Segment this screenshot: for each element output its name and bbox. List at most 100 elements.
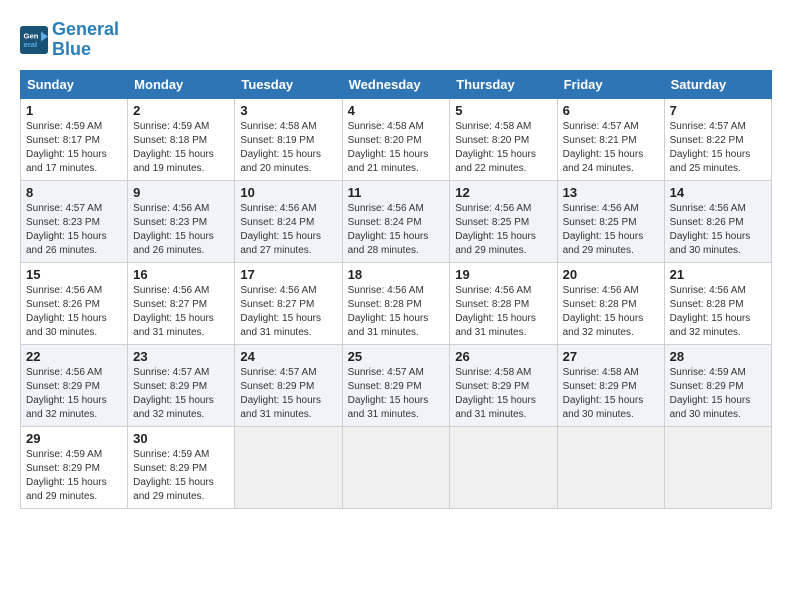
day-details: Sunrise: 4:57 AMSunset: 8:29 PMDaylight:…: [240, 367, 321, 420]
calendar-table: Sunday Monday Tuesday Wednesday Thursday…: [20, 70, 772, 509]
calendar-cell: 16 Sunrise: 4:56 AMSunset: 8:27 PMDaylig…: [128, 262, 235, 344]
day-number: 9: [133, 185, 229, 200]
day-number: 17: [240, 267, 336, 282]
day-details: Sunrise: 4:56 AMSunset: 8:28 PMDaylight:…: [563, 285, 644, 338]
day-number: 23: [133, 349, 229, 364]
page-header: Gen eral General Blue: [20, 20, 772, 60]
day-number: 8: [26, 185, 122, 200]
header-friday: Friday: [557, 70, 664, 98]
calendar-row: 1 Sunrise: 4:59 AMSunset: 8:17 PMDayligh…: [21, 98, 772, 180]
day-number: 30: [133, 431, 229, 446]
day-number: 2: [133, 103, 229, 118]
calendar-row: 29 Sunrise: 4:59 AMSunset: 8:29 PMDaylig…: [21, 426, 772, 508]
calendar-cell: 14 Sunrise: 4:56 AMSunset: 8:26 PMDaylig…: [664, 180, 771, 262]
calendar-cell: 2 Sunrise: 4:59 AMSunset: 8:18 PMDayligh…: [128, 98, 235, 180]
calendar-cell: 12 Sunrise: 4:56 AMSunset: 8:25 PMDaylig…: [450, 180, 557, 262]
day-details: Sunrise: 4:57 AMSunset: 8:23 PMDaylight:…: [26, 203, 107, 256]
day-number: 14: [670, 185, 766, 200]
day-details: Sunrise: 4:56 AMSunset: 8:28 PMDaylight:…: [348, 285, 429, 338]
calendar-cell: 7 Sunrise: 4:57 AMSunset: 8:22 PMDayligh…: [664, 98, 771, 180]
day-details: Sunrise: 4:59 AMSunset: 8:17 PMDaylight:…: [26, 121, 107, 174]
day-number: 24: [240, 349, 336, 364]
calendar-cell: 18 Sunrise: 4:56 AMSunset: 8:28 PMDaylig…: [342, 262, 450, 344]
day-number: 11: [348, 185, 445, 200]
day-details: Sunrise: 4:56 AMSunset: 8:26 PMDaylight:…: [670, 203, 751, 256]
calendar-cell: [235, 426, 342, 508]
day-number: 28: [670, 349, 766, 364]
calendar-header: Sunday Monday Tuesday Wednesday Thursday…: [21, 70, 772, 98]
day-details: Sunrise: 4:56 AMSunset: 8:28 PMDaylight:…: [455, 285, 536, 338]
day-number: 13: [563, 185, 659, 200]
calendar-cell: 29 Sunrise: 4:59 AMSunset: 8:29 PMDaylig…: [21, 426, 128, 508]
calendar-row: 8 Sunrise: 4:57 AMSunset: 8:23 PMDayligh…: [21, 180, 772, 262]
calendar-cell: [664, 426, 771, 508]
calendar-cell: 20 Sunrise: 4:56 AMSunset: 8:28 PMDaylig…: [557, 262, 664, 344]
day-number: 15: [26, 267, 122, 282]
day-details: Sunrise: 4:56 AMSunset: 8:24 PMDaylight:…: [240, 203, 321, 256]
day-details: Sunrise: 4:56 AMSunset: 8:26 PMDaylight:…: [26, 285, 107, 338]
day-number: 21: [670, 267, 766, 282]
logo-icon: Gen eral: [20, 26, 48, 54]
day-details: Sunrise: 4:56 AMSunset: 8:29 PMDaylight:…: [26, 367, 107, 420]
day-details: Sunrise: 4:57 AMSunset: 8:22 PMDaylight:…: [670, 121, 751, 174]
day-number: 12: [455, 185, 551, 200]
calendar-cell: 8 Sunrise: 4:57 AMSunset: 8:23 PMDayligh…: [21, 180, 128, 262]
day-number: 10: [240, 185, 336, 200]
header-monday: Monday: [128, 70, 235, 98]
calendar-cell: 27 Sunrise: 4:58 AMSunset: 8:29 PMDaylig…: [557, 344, 664, 426]
day-details: Sunrise: 4:58 AMSunset: 8:29 PMDaylight:…: [563, 367, 644, 420]
calendar-cell: 30 Sunrise: 4:59 AMSunset: 8:29 PMDaylig…: [128, 426, 235, 508]
calendar-cell: 25 Sunrise: 4:57 AMSunset: 8:29 PMDaylig…: [342, 344, 450, 426]
day-details: Sunrise: 4:58 AMSunset: 8:29 PMDaylight:…: [455, 367, 536, 420]
svg-text:eral: eral: [24, 40, 38, 49]
header-thursday: Thursday: [450, 70, 557, 98]
day-number: 18: [348, 267, 445, 282]
header-saturday: Saturday: [664, 70, 771, 98]
day-number: 1: [26, 103, 122, 118]
calendar-cell: 23 Sunrise: 4:57 AMSunset: 8:29 PMDaylig…: [128, 344, 235, 426]
day-details: Sunrise: 4:57 AMSunset: 8:21 PMDaylight:…: [563, 121, 644, 174]
day-details: Sunrise: 4:57 AMSunset: 8:29 PMDaylight:…: [133, 367, 214, 420]
calendar-cell: 1 Sunrise: 4:59 AMSunset: 8:17 PMDayligh…: [21, 98, 128, 180]
day-number: 25: [348, 349, 445, 364]
day-details: Sunrise: 4:59 AMSunset: 8:29 PMDaylight:…: [26, 449, 107, 502]
day-number: 29: [26, 431, 122, 446]
day-details: Sunrise: 4:56 AMSunset: 8:27 PMDaylight:…: [240, 285, 321, 338]
calendar-cell: 4 Sunrise: 4:58 AMSunset: 8:20 PMDayligh…: [342, 98, 450, 180]
day-number: 22: [26, 349, 122, 364]
calendar-cell: 9 Sunrise: 4:56 AMSunset: 8:23 PMDayligh…: [128, 180, 235, 262]
calendar-row: 15 Sunrise: 4:56 AMSunset: 8:26 PMDaylig…: [21, 262, 772, 344]
calendar-cell: 13 Sunrise: 4:56 AMSunset: 8:25 PMDaylig…: [557, 180, 664, 262]
calendar-cell: 19 Sunrise: 4:56 AMSunset: 8:28 PMDaylig…: [450, 262, 557, 344]
day-number: 20: [563, 267, 659, 282]
header-tuesday: Tuesday: [235, 70, 342, 98]
day-details: Sunrise: 4:58 AMSunset: 8:20 PMDaylight:…: [455, 121, 536, 174]
day-number: 7: [670, 103, 766, 118]
day-number: 26: [455, 349, 551, 364]
logo-text: General Blue: [52, 20, 119, 60]
day-details: Sunrise: 4:58 AMSunset: 8:19 PMDaylight:…: [240, 121, 321, 174]
day-number: 6: [563, 103, 659, 118]
calendar-cell: 10 Sunrise: 4:56 AMSunset: 8:24 PMDaylig…: [235, 180, 342, 262]
logo: Gen eral General Blue: [20, 20, 119, 60]
calendar-cell: 11 Sunrise: 4:56 AMSunset: 8:24 PMDaylig…: [342, 180, 450, 262]
calendar-cell: 17 Sunrise: 4:56 AMSunset: 8:27 PMDaylig…: [235, 262, 342, 344]
calendar-cell: 6 Sunrise: 4:57 AMSunset: 8:21 PMDayligh…: [557, 98, 664, 180]
calendar-cell: 3 Sunrise: 4:58 AMSunset: 8:19 PMDayligh…: [235, 98, 342, 180]
calendar-cell: [342, 426, 450, 508]
day-details: Sunrise: 4:58 AMSunset: 8:20 PMDaylight:…: [348, 121, 429, 174]
day-number: 19: [455, 267, 551, 282]
day-number: 16: [133, 267, 229, 282]
calendar-cell: 28 Sunrise: 4:59 AMSunset: 8:29 PMDaylig…: [664, 344, 771, 426]
day-number: 27: [563, 349, 659, 364]
header-row: Sunday Monday Tuesday Wednesday Thursday…: [21, 70, 772, 98]
calendar-cell: [557, 426, 664, 508]
day-number: 4: [348, 103, 445, 118]
day-details: Sunrise: 4:59 AMSunset: 8:29 PMDaylight:…: [670, 367, 751, 420]
calendar-cell: 26 Sunrise: 4:58 AMSunset: 8:29 PMDaylig…: [450, 344, 557, 426]
day-details: Sunrise: 4:56 AMSunset: 8:24 PMDaylight:…: [348, 203, 429, 256]
header-wednesday: Wednesday: [342, 70, 450, 98]
calendar-cell: 22 Sunrise: 4:56 AMSunset: 8:29 PMDaylig…: [21, 344, 128, 426]
calendar-cell: 21 Sunrise: 4:56 AMSunset: 8:28 PMDaylig…: [664, 262, 771, 344]
day-details: Sunrise: 4:56 AMSunset: 8:28 PMDaylight:…: [670, 285, 751, 338]
